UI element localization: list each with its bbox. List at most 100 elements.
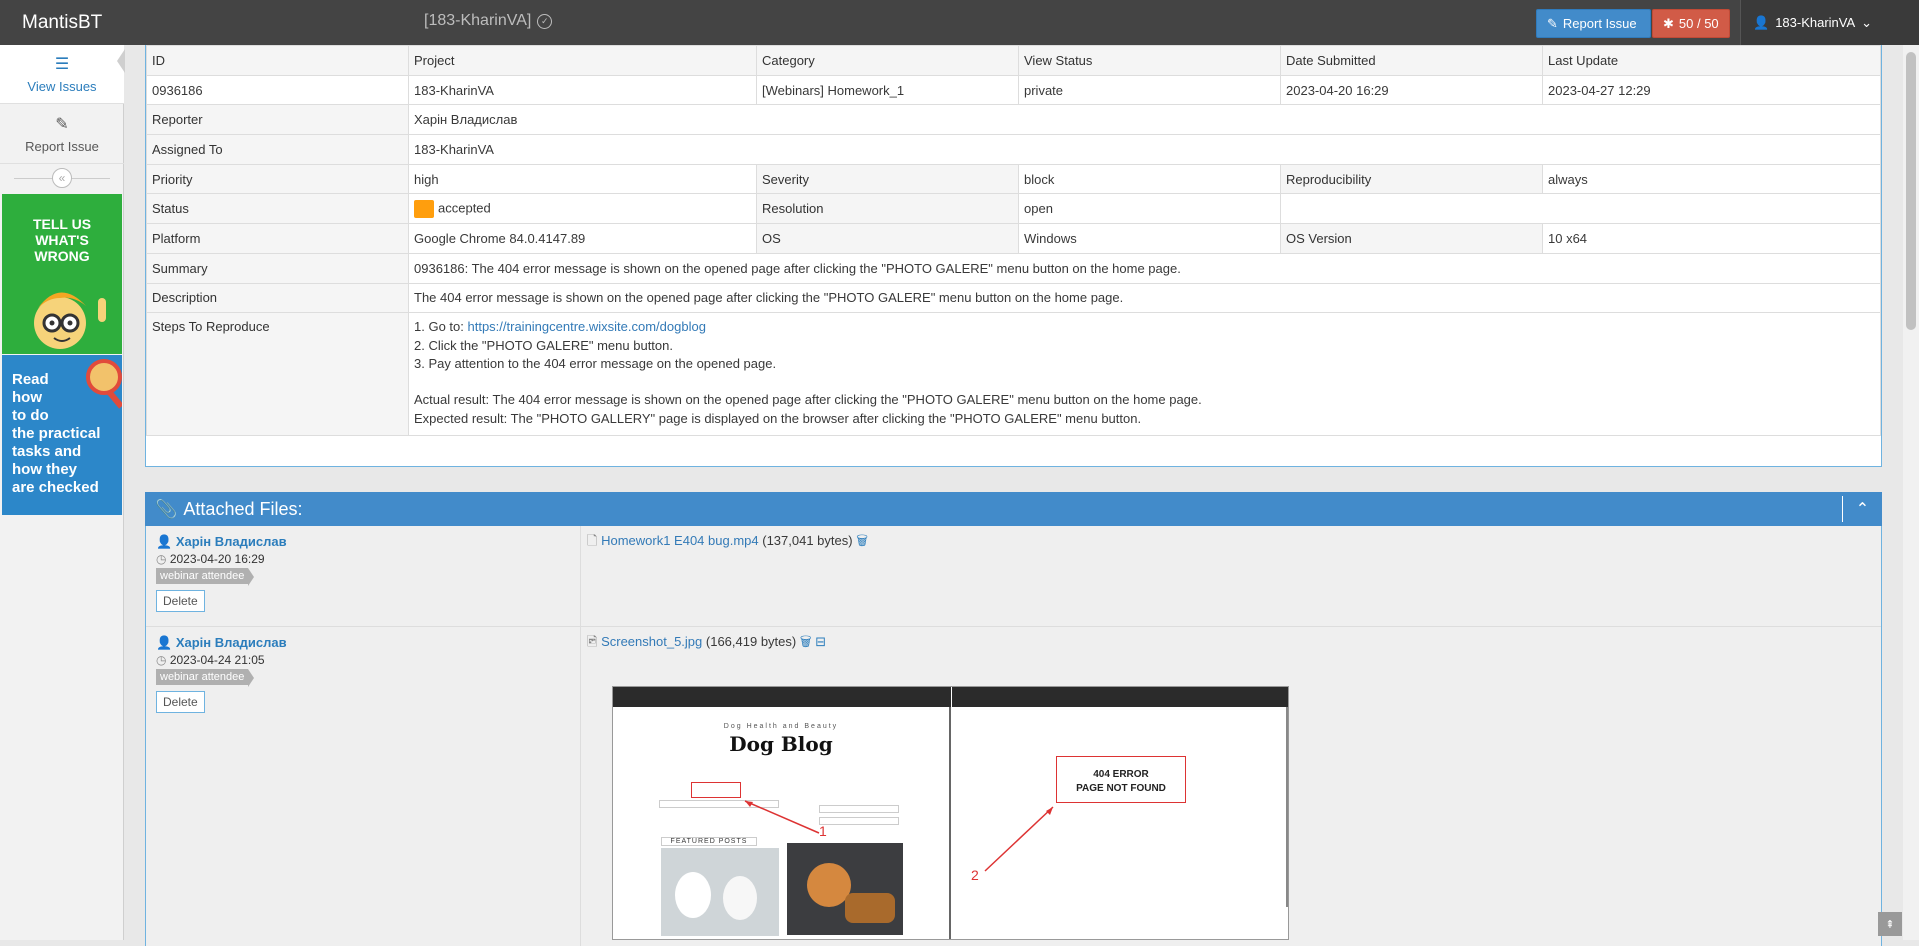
issue-category: [Webinars] Homework_1	[756, 74, 1019, 106]
promo-banner-practical-tasks[interactable]: Read how to do the practical tasks and h…	[2, 355, 122, 515]
attachment-date: 2023-04-20 16:29	[169, 552, 265, 566]
annotation-marker: 2	[971, 867, 979, 883]
reporter-label: Reporter	[146, 104, 409, 136]
promo-banner-report-problem[interactable]: TELL US WHAT'S WRONG	[2, 194, 122, 354]
promo-line: are checked	[12, 479, 99, 496]
annotation-marker: 1	[819, 823, 827, 839]
attached-files-title: Attached Files:	[183, 498, 303, 519]
sidebar-item-report-issue[interactable]: ✎ Report Issue	[0, 105, 124, 164]
attachment-meta: 👤 Харін Владислав ◷ 2023-04-20 16:29 web…	[146, 526, 581, 626]
sidebar-item-view-issues[interactable]: ☰ View Issues	[0, 45, 125, 104]
description-label: Description	[146, 282, 409, 314]
attached-files-header: 📎 Attached Files: ⌃	[145, 492, 1882, 526]
os-value: Windows	[1018, 223, 1281, 254]
table-row: Platform Google Chrome 84.0.4147.89 OS W…	[146, 223, 1881, 254]
header-last-update: Last Update	[1542, 45, 1881, 76]
attachment-author[interactable]: Харін Владислав	[176, 635, 287, 650]
table-header-row: ID Project Category View Status Date Sub…	[146, 45, 1881, 76]
trash-icon[interactable]: 🗑	[856, 533, 868, 548]
user-icon: 👤	[1753, 14, 1770, 30]
expected-result: Expected result: The "PHOTO GALLERY" pag…	[414, 410, 1142, 426]
promo-line: WHAT'S	[35, 232, 89, 248]
dogblog-link[interactable]: https://trainingcentre.wixsite.com/dogbl…	[467, 319, 705, 334]
priority-value: high	[408, 163, 757, 195]
step-2: 2. Click the "PHOTO GALERE" menu button.	[414, 337, 673, 353]
os-version-value: 10 x64	[1542, 223, 1881, 254]
attachment-size: (137,041 bytes)	[762, 533, 853, 548]
table-row: Summary 0936186: The 404 error message i…	[146, 252, 1881, 284]
issue-count-label: 50 / 50	[1678, 16, 1719, 31]
issue-date-submitted: 2023-04-20 16:29	[1280, 74, 1543, 106]
attachment-author[interactable]: Харін Владислав	[176, 534, 287, 549]
delete-button[interactable]: Delete	[156, 590, 205, 612]
brand-logo[interactable]: MantisBT	[22, 12, 102, 34]
promo-line: TELL US	[32, 216, 92, 232]
reproducibility-label: Reproducibility	[1280, 163, 1543, 195]
user-name: 183-KharinVA	[1775, 15, 1856, 30]
assigned-value: 183-KharinVA	[408, 134, 1881, 165]
page-scrollbar-thumb[interactable]	[1906, 52, 1916, 330]
promo-line: the practical	[12, 425, 101, 442]
platform-value: Google Chrome 84.0.4147.89	[408, 223, 757, 254]
status-label: Status	[146, 193, 409, 225]
header-view-status: View Status	[1018, 45, 1281, 76]
error-page: 404 ERROR PAGE NOT FOUND 2	[953, 707, 1288, 939]
browser-tabbar	[613, 687, 951, 707]
sidebar: ☰ View Issues ✎ Report Issue « TELL US W…	[0, 45, 125, 940]
collapse-toggle-button[interactable]: ⌃	[1842, 496, 1882, 522]
description-value: The 404 error message is shown on the op…	[408, 282, 1881, 314]
role-badge: webinar attendee	[156, 669, 255, 687]
priority-label: Priority	[146, 163, 409, 195]
step-1-prefix: 1. Go to:	[414, 319, 468, 335]
issue-details-panel: ID Project Category View Status Date Sub…	[145, 45, 1882, 467]
trash-icon[interactable]: 🗑	[800, 634, 812, 649]
edit-icon: ✎	[1547, 15, 1558, 31]
attachment-meta: 👤 Харін Владислав ◷ 2023-04-24 21:05 web…	[146, 627, 581, 946]
attachment-filename-link[interactable]: Homework1 E404 bug.mp4	[601, 533, 759, 548]
reproducibility-value: always	[1542, 163, 1881, 195]
delete-button[interactable]: Delete	[156, 691, 205, 713]
collapse-image-icon[interactable]: ⊟	[815, 634, 826, 649]
attachment-date: 2023-04-24 21:05	[169, 653, 265, 667]
annotation-arrow	[984, 806, 1054, 872]
issue-id: 0936186	[146, 74, 409, 106]
paperclip-icon: 📎	[155, 498, 178, 519]
os-label: OS	[756, 223, 1019, 254]
issue-count-button[interactable]: ✱ 50 / 50	[1652, 9, 1730, 38]
table-row: Priority high Severity block Reproducibi…	[146, 163, 1881, 195]
sidebar-collapse-button[interactable]: «	[52, 168, 72, 188]
header-id: ID	[146, 45, 409, 76]
table-row: Description The 404 error message is sho…	[146, 282, 1881, 314]
severity-label: Severity	[756, 163, 1019, 195]
file-icon: 🗋	[587, 533, 598, 548]
user-menu[interactable]: 👤 183-KharinVA ⌄	[1740, 0, 1919, 45]
table-row: Reporter Харін Владислав	[146, 104, 1881, 136]
promo-line: tasks and	[12, 443, 82, 460]
resolution-value: open	[1018, 193, 1281, 225]
empty-cell	[1280, 193, 1881, 225]
clock-icon: ◷	[156, 653, 167, 667]
scrollbar	[1286, 707, 1288, 907]
user-icon: 👤	[156, 534, 173, 549]
annotation-arrow	[744, 800, 820, 834]
header-project: Project	[408, 45, 757, 76]
project-selector-label: [183-KharinVA]	[424, 12, 532, 29]
header-date-submitted: Date Submitted	[1280, 45, 1543, 76]
project-selector[interactable]: [183-KharinVA] ✓	[424, 12, 553, 30]
attachment-filename-link[interactable]: Screenshot_5.jpg	[601, 634, 702, 649]
severity-value: block	[1018, 163, 1281, 195]
attachment-row: 👤 Харін Владислав ◷ 2023-04-20 16:29 web…	[146, 526, 1881, 627]
cartoon-character-illustration	[34, 292, 106, 349]
issue-details-table: ID Project Category View Status Date Sub…	[146, 45, 1881, 437]
status-color-swatch	[414, 199, 434, 218]
attachment-size: (166,419 bytes)	[705, 634, 797, 649]
issue-view-status: private	[1018, 74, 1281, 106]
attachment-image-preview[interactable]: Dog Health and Beauty Dog Blog FEATURED …	[612, 686, 1289, 940]
user-icon: 👤	[156, 635, 173, 650]
chevron-down-icon: ⌄	[1861, 14, 1873, 30]
summary-label: Summary	[146, 252, 409, 284]
scroll-to-top-button[interactable]: ⇞	[1878, 912, 1902, 936]
image-file-icon: 🖻	[587, 634, 598, 649]
report-issue-label: Report Issue	[1562, 16, 1637, 31]
report-issue-button[interactable]: ✎ Report Issue	[1536, 9, 1651, 38]
